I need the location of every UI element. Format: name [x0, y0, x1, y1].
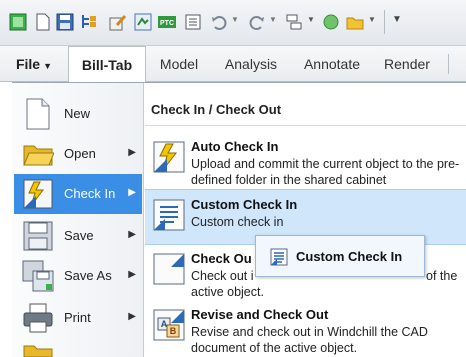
- tooltip-custom-check-in: Custom Check In: [255, 235, 425, 277]
- submenu-item-auto-check-in[interactable]: Auto Check In Upload and commit the curr…: [145, 132, 466, 188]
- revise-check-out-description: Revise and check out in Windchill the CA…: [191, 325, 428, 355]
- menu-item-check-in-label: Check In: [64, 186, 116, 201]
- chevron-right-icon: ▶: [128, 147, 136, 158]
- document-icon: [26, 98, 50, 130]
- tab-separator: [448, 54, 449, 74]
- menu-item-save-as-label: Save As: [64, 268, 112, 283]
- tab-model-label: Model: [159, 56, 199, 72]
- menu-item-new[interactable]: New: [14, 94, 142, 134]
- menu-item-check-in[interactable]: Check In ▶: [14, 174, 142, 214]
- check-in-icon: [23, 179, 53, 209]
- check-out-description-line2: active object.: [191, 285, 264, 299]
- layers-dropdown-icon[interactable]: ▼: [307, 15, 315, 24]
- tab-file-label: File: [15, 56, 41, 72]
- overflow-icon[interactable]: ▼: [392, 14, 402, 25]
- chevron-down-icon: ▼: [43, 61, 53, 71]
- printer-icon: [23, 303, 53, 333]
- check-out-icon: [153, 253, 185, 285]
- custom-check-in-icon: [153, 199, 185, 231]
- auto-check-in-icon: [153, 141, 185, 173]
- menu-item-save-as[interactable]: Save As ▶: [14, 256, 142, 296]
- save-icon[interactable]: [56, 13, 74, 31]
- toolbar-separator: [384, 10, 385, 34]
- redo-icon[interactable]: [248, 13, 266, 31]
- custom-check-in-description: Custom check in: [191, 215, 284, 229]
- menu-item-open-label: Open: [64, 146, 96, 161]
- folder-icon: [23, 145, 54, 166]
- open-dropdown-icon[interactable]: ▼: [368, 15, 376, 24]
- tab-analysis[interactable]: Analysis: [212, 46, 290, 82]
- save-as-icon: [22, 260, 54, 292]
- open-folder-icon[interactable]: [346, 13, 364, 31]
- tooltip-label: Custom Check In: [296, 249, 403, 264]
- menu-item-open[interactable]: Open ▶: [14, 134, 142, 174]
- submenu-item-revise-and-check-out[interactable]: AB Revise and Check Out Revise and check…: [145, 300, 466, 356]
- ptc-icon[interactable]: PTC: [158, 13, 176, 31]
- app-icon[interactable]: [9, 13, 27, 31]
- auto-check-in-description: Upload and commit the current object to …: [191, 157, 460, 187]
- model-tree-icon[interactable]: [80, 13, 98, 31]
- chevron-right-icon: ▶: [128, 269, 136, 280]
- new-icon[interactable]: [34, 13, 52, 31]
- revise-check-out-title: Revise and Check Out: [191, 307, 329, 322]
- tab-bill-tab-label: Bill-Tab: [81, 57, 133, 73]
- appearance-icon[interactable]: [322, 13, 340, 31]
- menu-item-print-label: Print: [64, 310, 91, 325]
- chevron-right-icon: ▶: [128, 229, 136, 240]
- quick-access-toolbar: PTC ▼ ▼ ▼ ▼ ▼: [0, 0, 466, 46]
- ribbon-tab-bar: File ▼ Bill-Tab Model Analysis Annotate R…: [0, 46, 466, 83]
- redo-dropdown-icon[interactable]: ▼: [269, 15, 277, 24]
- revise-check-out-icon: AB: [153, 309, 185, 341]
- menu-item-print[interactable]: Print ▶: [14, 298, 142, 338]
- svg-text:PTC: PTC: [160, 20, 174, 27]
- tab-model[interactable]: Model: [148, 46, 210, 82]
- undo-icon[interactable]: [210, 13, 228, 31]
- tab-annotate[interactable]: Annotate: [292, 46, 372, 82]
- submenu-header-label: Check In / Check Out: [151, 102, 282, 117]
- folder-icon: [23, 345, 53, 357]
- check-out-title: Check Ou: [191, 251, 252, 266]
- regenerate-icon[interactable]: [134, 13, 152, 31]
- tab-bill-tab[interactable]: Bill-Tab: [68, 46, 146, 83]
- svg-text:B: B: [170, 326, 177, 336]
- window-icon[interactable]: [184, 13, 202, 31]
- sketch-icon[interactable]: [109, 13, 127, 31]
- chevron-right-icon: ▶: [128, 311, 136, 322]
- save-icon: [23, 221, 53, 251]
- menu-item-save[interactable]: Save ▶: [14, 216, 142, 256]
- layers-icon[interactable]: [285, 13, 303, 31]
- undo-dropdown-icon[interactable]: ▼: [231, 15, 239, 24]
- menu-item-save-label: Save: [64, 228, 94, 243]
- submenu-header: Check In / Check Out: [145, 94, 466, 126]
- tab-file[interactable]: File ▼: [10, 46, 58, 82]
- menu-item-new-label: New: [64, 106, 91, 121]
- auto-check-in-title: Auto Check In: [191, 139, 279, 154]
- chevron-right-icon: ▶: [128, 187, 136, 198]
- custom-check-in-title: Custom Check In: [191, 197, 298, 212]
- tab-render-label: Render: [384, 56, 430, 72]
- check-out-description-line1-end: of the: [426, 269, 458, 283]
- tab-render[interactable]: Render: [374, 46, 440, 82]
- tab-annotate-label: Annotate: [303, 56, 361, 72]
- custom-check-in-icon: [270, 248, 288, 266]
- tab-analysis-label: Analysis: [224, 56, 278, 72]
